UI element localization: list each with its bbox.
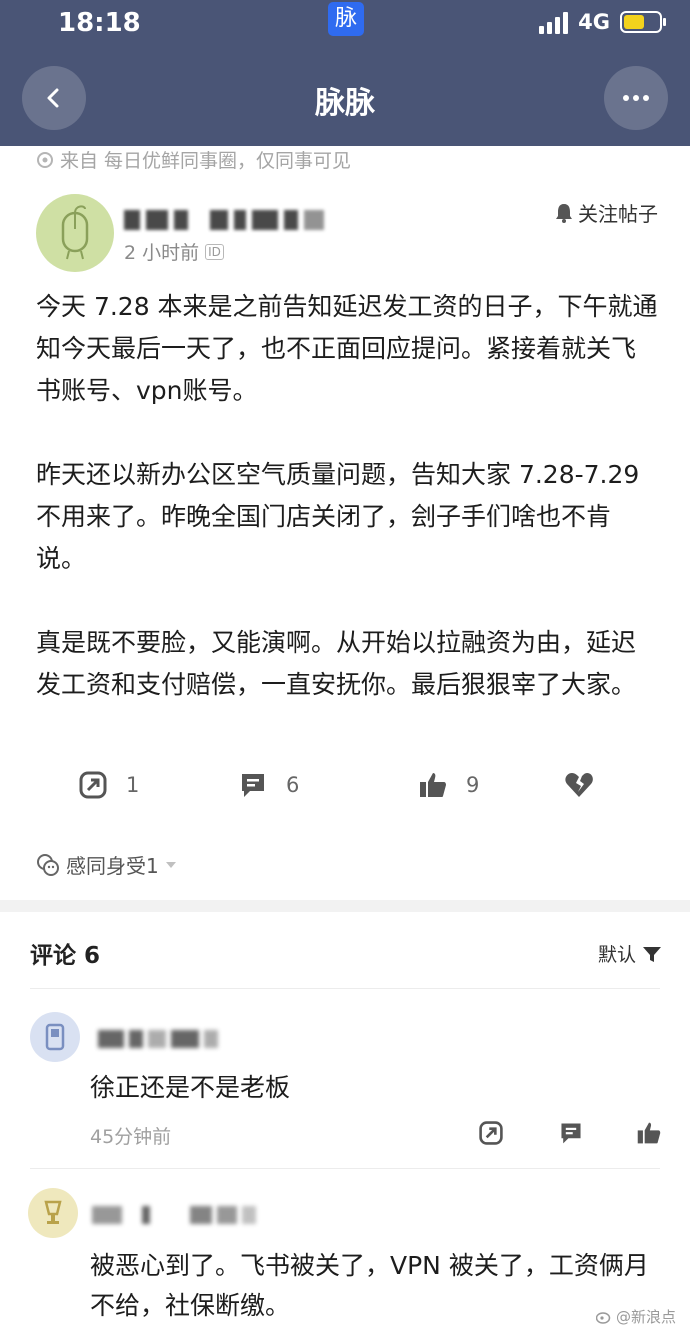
status-indicators: 4G bbox=[539, 10, 666, 34]
share-count: 1 bbox=[126, 773, 140, 797]
share-button[interactable]: 1 bbox=[78, 770, 139, 800]
like-count: 9 bbox=[466, 773, 480, 797]
signal-icon bbox=[539, 10, 569, 34]
watermark: @新浪点 bbox=[595, 1306, 676, 1327]
comment-reply-button[interactable] bbox=[558, 1120, 584, 1150]
sort-label: 默认 bbox=[597, 944, 636, 966]
comment-text: 徐正还是不是老板 bbox=[90, 1073, 291, 1102]
comments-title: 评论 6 bbox=[30, 943, 101, 969]
broken-heart-icon bbox=[565, 773, 593, 797]
source-text: 来自 每日优鲜同事圈，仅同事可见 bbox=[60, 150, 352, 172]
comment-time: 45分钟前 bbox=[90, 1126, 172, 1148]
reaction-icon bbox=[37, 853, 59, 876]
sort-button[interactable]: 默认 bbox=[598, 940, 662, 967]
top-header: 18:18 脉 4G 脉脉 bbox=[0, 0, 690, 146]
comment-text: 被恶心到了。飞书被关了，VPN 被关了，工资俩月不给，社保断缴。 bbox=[90, 1251, 649, 1320]
author-avatar[interactable] bbox=[36, 194, 114, 272]
comment-icon bbox=[242, 774, 264, 797]
comment-button[interactable]: 6 bbox=[238, 770, 299, 800]
reaction-text: 感同身受1 bbox=[66, 854, 159, 878]
share-icon bbox=[479, 1121, 503, 1145]
trophy-icon bbox=[44, 1200, 62, 1224]
comment-avatar[interactable] bbox=[28, 1188, 78, 1238]
location-icon bbox=[37, 151, 53, 168]
comment-avatar[interactable] bbox=[30, 1012, 80, 1062]
mouse-icon bbox=[61, 205, 89, 260]
weibo-icon bbox=[595, 1311, 611, 1324]
post-body: 今天 7.28 本来是之前告知延迟发工资的日子，下午就通知今天最后一天了，也不正… bbox=[36, 286, 660, 748]
comment-count: 6 bbox=[286, 773, 300, 797]
page-title: 脉脉 bbox=[315, 86, 375, 121]
more-icon bbox=[623, 95, 649, 101]
post-source: 来自 每日优鲜同事圈，仅同事可见 bbox=[36, 146, 351, 173]
post-paragraph: 今天 7.28 本来是之前告知延迟发工资的日子，下午就通知今天最后一天了，也不正… bbox=[36, 292, 658, 405]
network-label: 4G bbox=[578, 10, 610, 34]
share-icon bbox=[79, 771, 107, 799]
comment-author-redacted bbox=[92, 1206, 256, 1224]
post-paragraph: 真是既不要脸，又能演啊。从开始以拉融资为由，延迟发工资和支付赔偿，一直安抚你。最… bbox=[36, 628, 637, 699]
battery-icon bbox=[620, 11, 666, 33]
dislike-button[interactable] bbox=[564, 770, 594, 800]
post-paragraph: 昨天还以新办公区空气质量问题，告知大家 7.28-7.29 不用来了。昨晚全国门… bbox=[36, 460, 640, 573]
status-time: 18:18 bbox=[58, 8, 141, 38]
filter-icon bbox=[643, 946, 661, 962]
watermark-text: @新浪点 bbox=[615, 1308, 676, 1326]
bell-icon bbox=[556, 203, 572, 223]
comment-share-button[interactable] bbox=[478, 1120, 504, 1150]
thumbs-up-icon bbox=[637, 1122, 661, 1144]
comment-like-button[interactable] bbox=[636, 1120, 662, 1150]
author-name-redacted bbox=[124, 210, 324, 230]
caret-down-icon bbox=[165, 861, 176, 868]
separator bbox=[30, 1168, 660, 1169]
post-time-text: 2 小时前 bbox=[124, 242, 200, 264]
post-actions: 1 6 9 bbox=[0, 770, 690, 820]
like-button[interactable]: 9 bbox=[418, 770, 479, 800]
reaction-summary[interactable]: 感同身受1 bbox=[36, 850, 177, 879]
follow-label: 关注帖子 bbox=[578, 202, 658, 226]
section-divider bbox=[0, 900, 690, 912]
separator bbox=[30, 988, 660, 989]
device-icon bbox=[45, 1023, 65, 1051]
id-tag: ID bbox=[205, 243, 224, 260]
post-time: 2 小时前 ID bbox=[124, 238, 224, 265]
thumbs-up-icon bbox=[420, 773, 446, 797]
app-badge: 脉 bbox=[328, 2, 364, 36]
follow-post-button[interactable]: 关注帖子 bbox=[554, 198, 658, 227]
comment-author-redacted bbox=[98, 1030, 218, 1048]
comment-icon bbox=[561, 1123, 581, 1144]
more-button[interactable] bbox=[604, 66, 668, 130]
